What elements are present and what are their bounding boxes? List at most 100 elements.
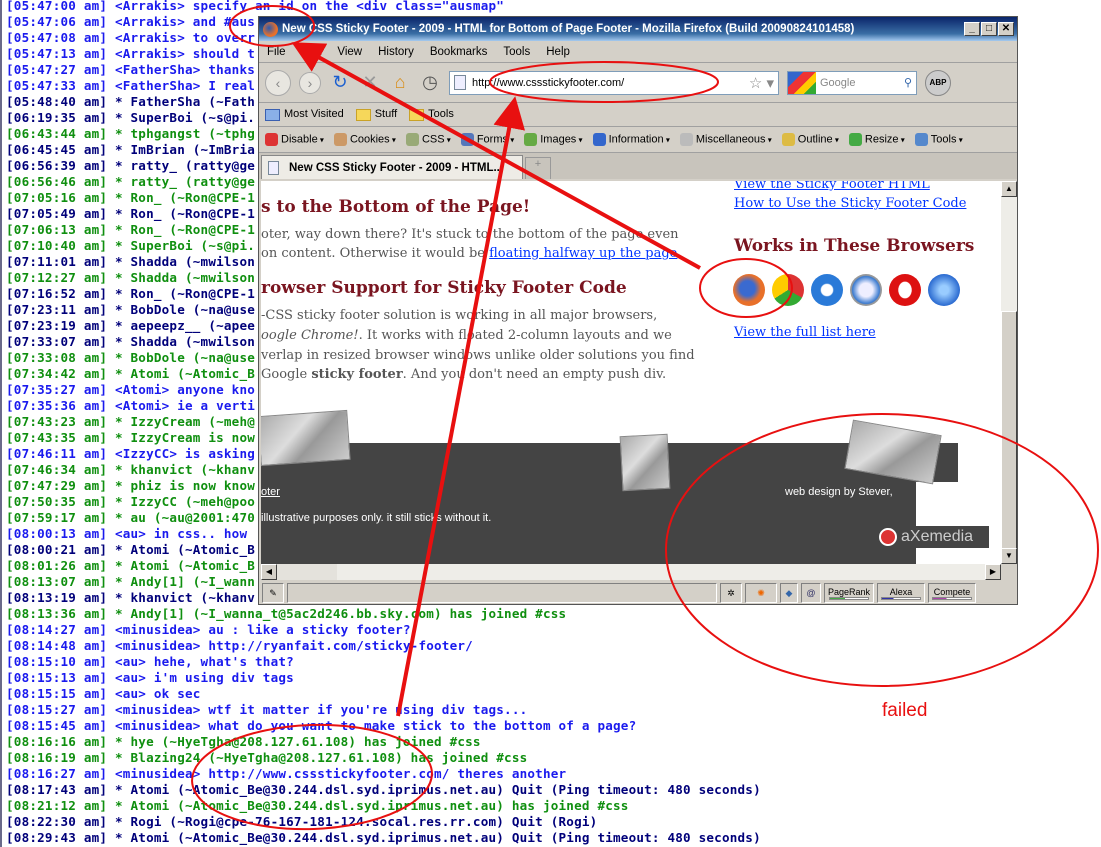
bookmark-most-visited[interactable]: Most Visited [265, 108, 344, 121]
miscellaneous-icon [679, 133, 693, 146]
url-bar[interactable]: http://www.cssstickyfooter.com/ ☆ ▾ [449, 70, 779, 95]
dropdown-arrow-icon: ▾ [832, 135, 839, 145]
navigation-toolbar: ‹ › ↻ ✕ ⌂ ◷ http://www.cssstickyfooter.c… [259, 63, 1017, 103]
chat-line: [08:01:26 am] * Atomi (~Atomic_B [6, 558, 256, 573]
alexa-indicator[interactable]: Alexa [877, 583, 926, 603]
eyedropper-icon[interactable]: ✎ [262, 583, 284, 603]
chat-line: [07:35:36 am] <Atomi> ie a verti [6, 398, 256, 413]
chat-line: [08:15:13 am] <au> i'm using div tags [6, 670, 294, 685]
chat-line: [06:45:45 am] * ImBrian (~ImBria [6, 142, 256, 157]
forward-button[interactable]: › [299, 71, 321, 94]
bookmark-star-icon[interactable]: ☆ ▾ [749, 74, 778, 92]
folder-icon [355, 108, 371, 121]
history-clock-icon[interactable]: ◷ [419, 72, 441, 93]
page-content: s to the Bottom of the Page! oter, way d… [261, 181, 1001, 564]
scroll-left-button[interactable]: ◀ [261, 564, 277, 580]
chat-line: [08:17:43 am] * Atomi (~Atomic_Be@30.244… [6, 782, 761, 797]
menu-bookmarks[interactable]: Bookmarks [422, 46, 496, 58]
compete-indicator[interactable]: Compete [928, 583, 977, 603]
scroll-right-button[interactable]: ▶ [985, 564, 1001, 580]
chat-line: [08:14:27 am] <minusidea> au : like a st… [6, 622, 411, 637]
minimize-button[interactable]: _ [964, 22, 980, 36]
chat-line: [08:13:19 am] * khanvict (~khanv [6, 590, 256, 605]
webdev-forms[interactable]: Forms ▾ [460, 133, 514, 146]
webdev-information[interactable]: Information ▾ [592, 133, 670, 146]
home-icon[interactable]: ⌂ [389, 72, 411, 93]
scroll-thumb[interactable] [277, 564, 337, 580]
webdev-disable[interactable]: Disable ▾ [265, 133, 324, 146]
webdev-css[interactable]: CSS ▾ [405, 133, 451, 146]
axemedia-logo[interactable]: aXemedia [877, 526, 989, 548]
page-icon [268, 160, 279, 175]
webdev-miscellaneous[interactable]: Miscellaneous ▾ [679, 133, 772, 146]
google-engine-icon[interactable] [788, 71, 816, 94]
adblock-plus-button[interactable]: ABP [925, 69, 951, 96]
status-text [287, 583, 717, 603]
close-button[interactable]: ✕ [998, 22, 1014, 36]
chat-line: [06:56:39 am] * ratty_ (ratty@ge [6, 158, 256, 173]
stop-icon[interactable]: ✕ [359, 72, 381, 93]
scroll-up-button[interactable]: ▲ [1001, 181, 1017, 197]
tab-active[interactable]: New CSS Sticky Footer - 2009 - HTML... [261, 155, 523, 179]
chrome-icon[interactable] [772, 274, 804, 306]
menu-bar: File Edit View History Bookmarks Tools Help [259, 41, 1017, 63]
new-tab-button[interactable]: + [525, 157, 551, 179]
ie-icon[interactable] [811, 274, 843, 306]
floating-halfway-link[interactable]: floating halfway up the page [489, 246, 677, 261]
bookmark-stuff[interactable]: Stuff [355, 108, 397, 121]
pagerank-indicator[interactable]: PageRank [824, 583, 875, 603]
maximize-button[interactable]: □ [981, 22, 997, 36]
chat-line: [05:47:00 am] <Arrakis> specify an id on… [6, 0, 505, 13]
vertical-scrollbar[interactable]: ▲ ▼ [1001, 181, 1017, 564]
sidebar-link-howto[interactable]: How to Use the Sticky Footer Code [734, 194, 966, 213]
menu-file[interactable]: File [259, 46, 294, 58]
footer-link[interactable]: oter [261, 483, 280, 502]
opera-icon[interactable] [889, 274, 921, 306]
webdev-outline[interactable]: Outline ▾ [781, 133, 839, 146]
dropdown-arrow-icon: ▾ [765, 135, 772, 145]
forms-icon [460, 133, 474, 146]
quirks-icon[interactable]: @ [801, 583, 821, 603]
webdev-tools[interactable]: Tools ▾ [914, 133, 963, 146]
chat-line: [08:16:27 am] <minusidea> http://www.css… [6, 766, 567, 781]
chat-line: [05:47:13 am] <Arrakis> should t [6, 46, 256, 61]
menu-edit[interactable]: Edit [294, 46, 330, 58]
chat-line: [07:10:40 am] * SuperBoi (~s@pi. [6, 238, 256, 253]
full-list-link[interactable]: View the full list here [734, 323, 876, 342]
paragraph-line: -CSS sticky footer solution is working i… [261, 308, 658, 323]
menu-history[interactable]: History [370, 46, 422, 58]
webdev-images[interactable]: Images ▾ [524, 133, 583, 146]
compete-bar [932, 596, 973, 600]
scroll-thumb[interactable] [1001, 311, 1017, 551]
sidebar-link-html[interactable]: View the Sticky Footer HTML [734, 181, 930, 194]
reload-icon[interactable]: ↻ [329, 72, 351, 93]
addon-icon[interactable]: ✺ [745, 583, 777, 603]
bookmark-tools[interactable]: Tools [409, 108, 454, 121]
disable-icon [265, 133, 278, 146]
webdev-resize[interactable]: Resize ▾ [848, 133, 905, 146]
menu-view[interactable]: View [329, 46, 370, 58]
failed-annotation: failed [882, 700, 928, 721]
menu-tools[interactable]: Tools [495, 46, 538, 58]
firefox-icon [263, 21, 278, 37]
safari-icon[interactable] [850, 274, 882, 306]
shield-icon[interactable]: ◆ [780, 583, 798, 603]
page-icon [454, 75, 466, 90]
search-icon[interactable]: ⚲ [904, 76, 916, 89]
works-in-browsers-heading: Works in These Browsers [734, 236, 975, 256]
scroll-down-button[interactable]: ▼ [1001, 548, 1017, 564]
firebug-icon[interactable]: ✲ [720, 583, 742, 603]
konqueror-icon[interactable] [928, 274, 960, 306]
url-text: http://www.cssstickyfooter.com/ [472, 76, 625, 89]
search-box[interactable]: Google ⚲ [787, 70, 917, 95]
back-button[interactable]: ‹ [265, 69, 291, 96]
menu-help[interactable]: Help [538, 46, 578, 58]
chat-line: [05:48:40 am] * FatherSha (~Fath [6, 94, 256, 109]
cookies-icon [333, 133, 347, 146]
chat-line: [07:59:17 am] * au (~au@2001:470 [6, 510, 256, 525]
chat-line: [05:47:33 am] <FatherSha> I real [6, 78, 256, 93]
firefox-icon[interactable] [733, 274, 765, 306]
chat-line: [08:00:13 am] <au> in css.. how [6, 526, 248, 541]
webdev-cookies[interactable]: Cookies ▾ [333, 133, 396, 146]
horizontal-scrollbar[interactable]: ◀ ▶ [261, 564, 1001, 580]
